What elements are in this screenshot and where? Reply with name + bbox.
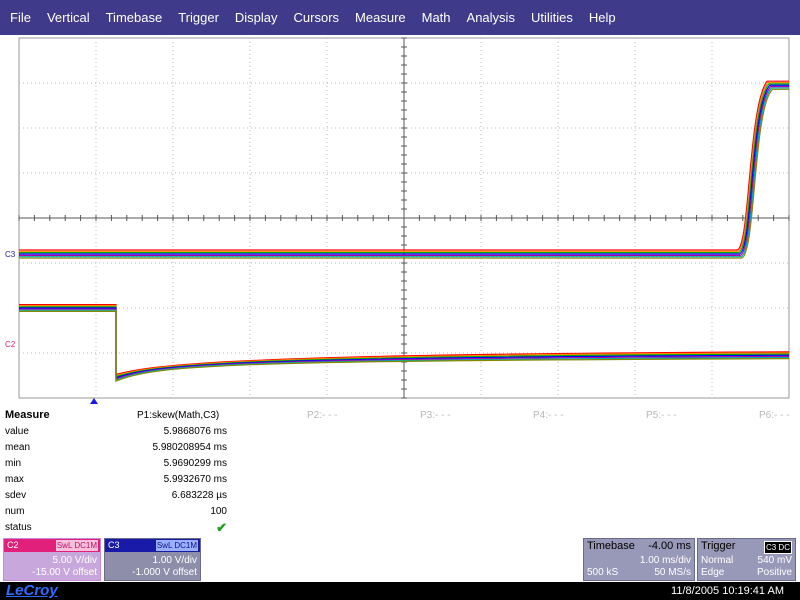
row-label-value: value [5,426,29,437]
trigger-level: 540 mV [757,555,792,566]
scope-window: File Vertical Timebase Trigger Display C… [0,0,800,600]
c2-ground-marker[interactable]: C2 [5,341,15,349]
c3-descriptor[interactable]: C3 SwL DC1M 1.00 V/div -1.000 V offset [104,538,201,581]
p2-slot[interactable]: P2:- - - [307,408,338,423]
timebase-rate: 50 MS/s [654,567,691,578]
trigger-type: Edge [701,567,725,578]
c2-volts-div: 5.00 V/div [52,555,97,566]
c3-descriptor-header: C3 SwL DC1M [105,539,200,552]
menu-analysis[interactable]: Analysis [459,0,523,35]
row-label-mean: mean [5,442,31,453]
c2-descriptor[interactable]: C2 SwL DC1M 5.00 V/div -15.00 V offset [3,538,101,581]
c3-tag: C3 [108,540,120,550]
c2-tag: C2 [7,540,19,550]
status-footer: LeCroy 11/8/2005 10:19:41 AM [0,582,800,600]
trigger-title: Trigger [701,540,736,552]
trigger-position-marker [90,398,98,404]
row-val-mean: 5.980208954 ms [152,442,227,453]
timebase-samples: 500 kS [587,567,619,578]
trigger-descriptor[interactable]: Trigger C3 DC Normal 540 mV Edge Positiv… [697,538,796,581]
c2-descriptor-header: C2 SwL DC1M [4,539,100,552]
row-label-sdev: sdev [5,490,27,501]
p6-slot[interactable]: P6:- - - [759,408,790,423]
measure-heading: Measure [5,409,50,421]
timebase-offset: -4.00 ms [648,540,691,552]
timebase-title: Timebase [587,540,635,552]
row-label-num: num [5,506,25,517]
menu-math[interactable]: Math [414,0,459,35]
menu-bar: File Vertical Timebase Trigger Display C… [0,0,800,35]
row-val-value: 5.9868076 ms [163,426,227,437]
menu-vertical[interactable]: Vertical [39,0,98,35]
row-val-num: 100 [210,506,227,517]
c3-offset: -1.000 V offset [132,567,197,578]
menu-measure[interactable]: Measure [347,0,414,35]
status-check-icon: ✔ [216,520,227,535]
timebase-descriptor[interactable]: Timebase -4.00 ms 1.00 ms/div 500 kS 50 … [583,538,695,581]
row-val-sdev: 6.683228 µs [171,490,227,501]
menu-display[interactable]: Display [227,0,286,35]
p1-title[interactable]: P1:skew(Math,C3) [137,408,219,423]
menu-timebase[interactable]: Timebase [98,0,171,35]
lecroy-logo[interactable]: LeCroy [6,582,58,600]
row-label-status: status [5,522,32,533]
c3-coupling-badge: SwL DC1M [155,540,198,551]
menu-cursors[interactable]: Cursors [286,0,348,35]
row-val-max: 5.9932670 ms [163,474,227,485]
menu-file[interactable]: File [2,0,39,35]
timebase-per-div: 1.00 ms/div [639,555,691,566]
waveform-grid[interactable]: C3 C2 [0,35,800,404]
c2-coupling-badge: SwL DC1M [55,540,98,551]
waveform-canvas [18,37,790,404]
p5-slot[interactable]: P5:- - - [646,408,677,423]
trigger-source-badge: C3 DC [763,541,792,554]
menu-help[interactable]: Help [581,0,624,35]
p3-slot[interactable]: P3:- - - [420,408,451,423]
trigger-slope: Positive [756,567,792,578]
menu-utilities[interactable]: Utilities [523,0,581,35]
c3-volts-div: 1.00 V/div [152,555,197,566]
measure-panel: Measure P1:skew(Math,C3) P2:- - - P3:- -… [0,405,800,537]
c2-offset: -15.00 V offset [32,567,97,578]
timestamp: 11/8/2005 10:19:41 AM [671,585,784,597]
trigger-mode: Normal [701,555,734,566]
menu-trigger[interactable]: Trigger [170,0,227,35]
row-label-max: max [5,474,24,485]
row-val-min: 5.9690299 ms [163,458,227,469]
row-label-min: min [5,458,22,469]
p4-slot[interactable]: P4:- - - [533,408,564,423]
c3-ground-marker[interactable]: C3 [5,251,15,259]
